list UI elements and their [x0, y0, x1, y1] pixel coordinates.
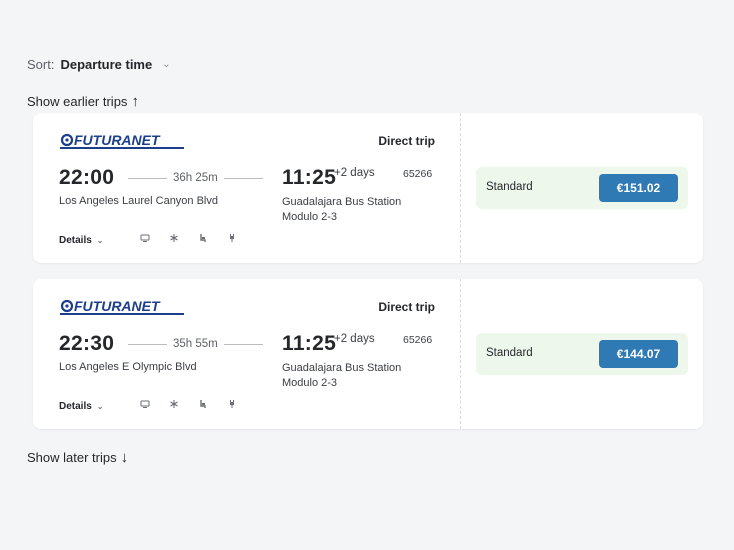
power-outlet-icon: [226, 232, 238, 244]
departure-time: 22:00: [59, 166, 115, 189]
arrival-station: Guadalajara Bus Station Modulo 2-3: [282, 362, 402, 389]
departure-time: 22:30: [59, 332, 115, 355]
fare-name: Standard: [486, 181, 533, 193]
air-conditioning-icon: [168, 232, 180, 244]
trip-type: Direct trip: [378, 134, 435, 148]
show-later-trips-label[interactable]: Show later trips: [27, 450, 117, 465]
wifi-icon: [139, 232, 151, 244]
svg-text:FUTURANET: FUTURANET: [74, 132, 161, 148]
show-earlier-trips-label[interactable]: Show earlier trips: [27, 94, 127, 109]
card-divider: [460, 279, 461, 429]
chevron-down-icon[interactable]: ⌄: [97, 236, 104, 245]
details-label[interactable]: Details: [59, 235, 92, 246]
details-toggle[interactable]: Details ⌄: [59, 235, 104, 246]
trip-type: Direct trip: [378, 300, 435, 314]
details-label[interactable]: Details: [59, 401, 92, 412]
trip-info: FUTURANET Direct trip 22:00 36h 25m 11:2…: [33, 113, 460, 263]
card-divider: [460, 113, 461, 263]
details-toggle[interactable]: Details ⌄: [59, 401, 104, 412]
fare-option[interactable]: Standard €151.02: [476, 167, 688, 209]
legroom-icon: [197, 398, 209, 410]
sort-control[interactable]: Sort: Departure time ⌄: [27, 57, 171, 72]
power-outlet-icon: [226, 398, 238, 410]
fare-option[interactable]: Standard €144.07: [476, 333, 688, 375]
bus-number: 65266: [403, 334, 433, 346]
plus-days-badge: +2 days: [334, 333, 375, 345]
operator-logo: FUTURANET: [60, 298, 186, 316]
sort-value[interactable]: Departure time: [60, 57, 152, 72]
sort-label: Sort:: [27, 57, 55, 72]
wifi-icon: [139, 398, 151, 410]
trip-info: FUTURANET Direct trip 22:30 35h 55m 11:2…: [33, 279, 460, 429]
show-later-trips-link[interactable]: Show later trips ↓: [27, 449, 128, 466]
duration-line-left: [128, 343, 167, 345]
trip-duration: 36h 25m: [128, 172, 263, 184]
plus-days-badge: +2 days: [334, 167, 375, 179]
price-button[interactable]: €151.02: [599, 174, 678, 202]
chevron-down-icon[interactable]: ⌄: [162, 59, 170, 70]
air-conditioning-icon: [168, 398, 180, 410]
arrival-time: 11:25: [282, 332, 337, 355]
arrival-station: Guadalajara Bus Station Modulo 2-3: [282, 196, 402, 223]
duration-line-left: [128, 177, 167, 179]
duration-text: 35h 55m: [173, 338, 218, 350]
departure-station: Los Angeles E Olympic Blvd: [59, 361, 197, 373]
departure-station: Los Angeles Laurel Canyon Blvd: [59, 195, 218, 207]
svg-text:FUTURANET: FUTURANET: [74, 298, 161, 314]
duration-text: 36h 25m: [173, 172, 218, 184]
trip-card[interactable]: FUTURANET Direct trip 22:30 35h 55m 11:2…: [33, 279, 703, 429]
bus-number: 65266: [403, 168, 433, 180]
trip-card[interactable]: FUTURANET Direct trip 22:00 36h 25m 11:2…: [33, 113, 703, 263]
arrival-time: 11:25: [282, 166, 337, 189]
operator-logo: FUTURANET: [60, 132, 186, 150]
show-earlier-trips-link[interactable]: Show earlier trips ↑: [27, 93, 139, 110]
arrow-down-icon[interactable]: ↓: [121, 449, 129, 466]
duration-line-right: [223, 177, 263, 179]
duration-line-right: [223, 343, 263, 345]
price-button[interactable]: €144.07: [599, 340, 678, 368]
trip-duration: 35h 55m: [128, 338, 263, 350]
fare-name: Standard: [486, 347, 533, 359]
chevron-down-icon[interactable]: ⌄: [97, 402, 104, 411]
legroom-icon: [197, 232, 209, 244]
arrow-up-icon[interactable]: ↑: [131, 93, 139, 110]
